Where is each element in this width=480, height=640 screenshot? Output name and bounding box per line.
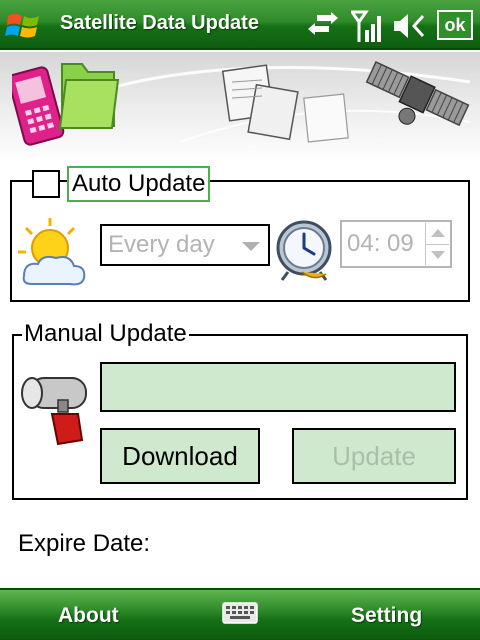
update-frequency-value: Every day bbox=[108, 231, 215, 258]
auto-update-label[interactable]: Auto Update bbox=[67, 166, 211, 202]
setting-softkey[interactable]: Setting bbox=[351, 604, 422, 628]
auto-update-checkbox[interactable] bbox=[32, 170, 60, 198]
download-progress-bar bbox=[100, 362, 456, 412]
arrow-down-icon bbox=[431, 251, 445, 259]
green-folder-icon bbox=[58, 63, 120, 129]
ok-button[interactable]: ok bbox=[437, 10, 473, 40]
about-softkey[interactable]: About bbox=[58, 604, 119, 628]
title-bar: Satellite Data Update ok bbox=[0, 0, 480, 50]
header-banner bbox=[0, 52, 480, 162]
alarm-clock-icon bbox=[276, 220, 332, 281]
signal-strength-icon[interactable] bbox=[351, 10, 383, 44]
pipe-valve-icon bbox=[21, 377, 87, 446]
manual-update-caption: Manual Update bbox=[22, 320, 189, 348]
update-time-value: 04: 09 bbox=[347, 230, 414, 257]
chevron-down-icon[interactable] bbox=[242, 242, 260, 251]
volume-muted-icon[interactable] bbox=[392, 12, 426, 40]
soft-key-bar: About Setting bbox=[0, 588, 480, 640]
windows-start-icon[interactable] bbox=[4, 8, 44, 44]
expire-date-label: Expire Date: bbox=[18, 530, 151, 557]
keyboard-icon[interactable] bbox=[222, 602, 258, 624]
sun-cloud-icon bbox=[18, 218, 86, 286]
update-button[interactable]: Update bbox=[292, 428, 456, 484]
download-button[interactable]: Download bbox=[100, 428, 260, 484]
time-increase-arrow[interactable] bbox=[425, 223, 449, 244]
arrow-up-icon bbox=[431, 229, 445, 237]
satellite-icon bbox=[365, 61, 470, 127]
time-decrease-arrow[interactable] bbox=[425, 244, 449, 265]
connectivity-arrows-icon[interactable] bbox=[307, 12, 339, 38]
app-title: Satellite Data Update bbox=[60, 12, 259, 34]
update-frequency-dropdown[interactable]: Every day bbox=[100, 224, 270, 266]
document-pages-icon bbox=[222, 64, 349, 143]
